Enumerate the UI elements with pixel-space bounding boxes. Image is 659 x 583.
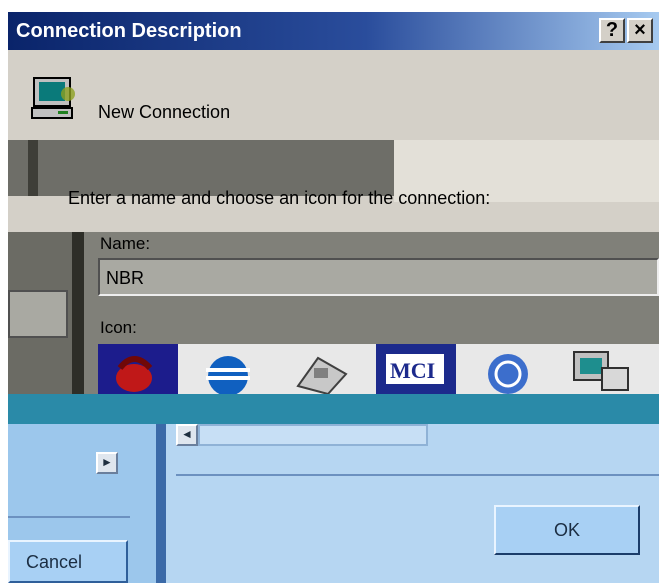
fax-phone-icon[interactable]: [284, 344, 364, 396]
separator-stripe: [28, 140, 38, 196]
mci-icon[interactable]: MCI: [376, 344, 456, 396]
horizontal-scrollbar-track[interactable]: [198, 424, 428, 446]
mci-icon-text: MCI: [390, 358, 435, 383]
cancel-button[interactable]: Cancel: [8, 540, 128, 583]
att-globe-icon[interactable]: [470, 344, 550, 396]
instruction-text: Enter a name and choose an icon for the …: [68, 188, 491, 208]
ok-button[interactable]: OK: [494, 505, 640, 555]
phone-icon[interactable]: [98, 344, 178, 396]
icon-list[interactable]: MCI: [98, 344, 659, 396]
horizontal-rule: [176, 474, 659, 476]
background-window-field: [8, 290, 68, 338]
scroll-right-button[interactable]: ►: [96, 452, 118, 474]
connection-header: New Connection: [28, 76, 428, 136]
connection-name-label: New Connection: [98, 102, 231, 122]
help-button[interactable]: ?: [599, 18, 625, 43]
name-input[interactable]: NBR: [98, 258, 659, 296]
computer-phone-icon[interactable]: [562, 344, 642, 396]
scroll-left-button[interactable]: ◄: [176, 424, 198, 446]
globe-icon[interactable]: [190, 344, 270, 396]
computer-icon: [31, 77, 75, 119]
form-panel-stripe: [72, 232, 84, 394]
horizontal-rule-left: [8, 516, 130, 518]
icon-label: Icon:: [100, 318, 137, 337]
window-title: Connection Description: [16, 20, 242, 42]
vertical-divider: [156, 424, 166, 583]
rendering-artifact-band: [8, 394, 659, 424]
close-button[interactable]: ×: [627, 18, 653, 43]
name-label: Name:: [100, 234, 151, 253]
title-bar[interactable]: Connection Description ? ×: [8, 12, 659, 50]
